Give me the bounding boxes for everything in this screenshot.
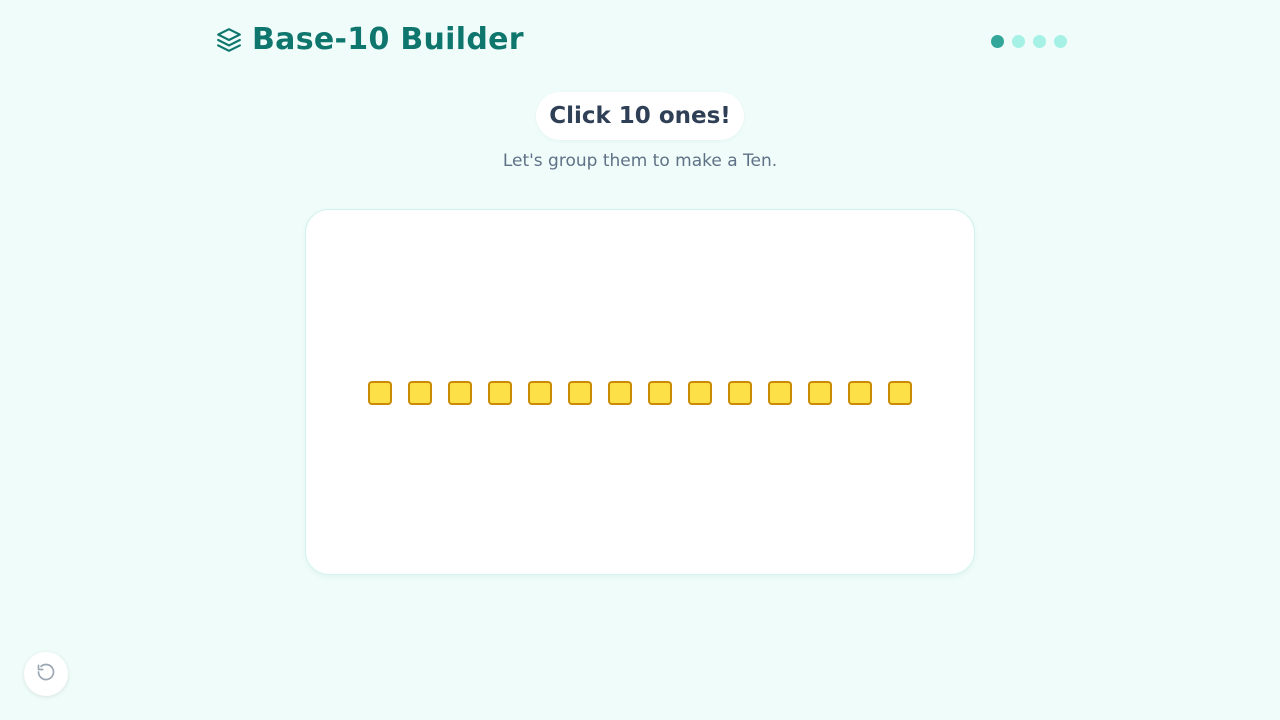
instruction-prompt: Click 10 ones!: [536, 92, 744, 140]
progress-dot: [1012, 35, 1025, 48]
progress-dot: [1033, 35, 1046, 48]
one-block[interactable]: [728, 381, 752, 405]
one-block[interactable]: [888, 381, 912, 405]
one-block[interactable]: [688, 381, 712, 405]
one-block[interactable]: [488, 381, 512, 405]
play-board: [305, 209, 975, 575]
one-block[interactable]: [368, 381, 392, 405]
one-block[interactable]: [608, 381, 632, 405]
progress-dot: [1054, 35, 1067, 48]
app-title: Base-10 Builder: [252, 22, 524, 57]
progress-dot: [991, 35, 1004, 48]
instruction-subtitle: Let's group them to make a Ten.: [502, 151, 778, 171]
reset-icon: [36, 662, 56, 686]
header: Base-10 Builder: [216, 22, 524, 57]
one-block[interactable]: [448, 381, 472, 405]
reset-button[interactable]: [24, 652, 68, 696]
one-block[interactable]: [568, 381, 592, 405]
one-block[interactable]: [768, 381, 792, 405]
progress-indicator: [991, 35, 1067, 48]
app-root: Base-10 Builder Click 10 ones! Let's gro…: [0, 0, 1280, 720]
one-block[interactable]: [848, 381, 872, 405]
layers-icon: [216, 27, 242, 53]
one-block[interactable]: [528, 381, 552, 405]
one-block[interactable]: [408, 381, 432, 405]
ones-row: [368, 381, 912, 405]
one-block[interactable]: [808, 381, 832, 405]
one-block[interactable]: [648, 381, 672, 405]
